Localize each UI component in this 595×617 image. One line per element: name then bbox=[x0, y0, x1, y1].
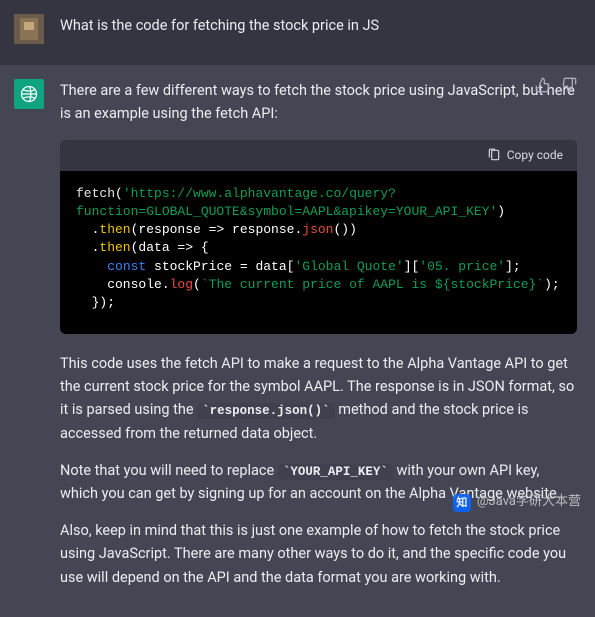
code-content: fetch('https://www.alphavantage.co/query… bbox=[60, 171, 577, 334]
watermark-text: @Java学研大本营 bbox=[477, 492, 581, 513]
assistant-message: There are a few different ways to fetch … bbox=[0, 65, 595, 617]
thumbs-up-icon[interactable] bbox=[535, 77, 551, 93]
clipboard-icon[interactable] bbox=[487, 148, 501, 162]
copy-code-button[interactable]: Copy code bbox=[507, 146, 563, 165]
user-message: What is the code for fetching the stock … bbox=[0, 0, 595, 65]
assistant-avatar bbox=[14, 79, 44, 109]
assistant-para-2: This code uses the fetch API to make a r… bbox=[60, 352, 577, 445]
watermark: 知 @Java学研大本营 bbox=[453, 492, 581, 513]
user-prompt: What is the code for fetching the stock … bbox=[60, 14, 577, 37]
code-block: Copy code fetch('https://www.alphavantag… bbox=[60, 140, 577, 335]
assistant-para-4: Also, keep in mind that this is just one… bbox=[60, 519, 577, 589]
assistant-intro: There are a few different ways to fetch … bbox=[60, 79, 577, 125]
user-avatar bbox=[14, 14, 44, 44]
feedback-buttons bbox=[535, 77, 577, 93]
code-header: Copy code bbox=[60, 140, 577, 171]
zhihu-logo-icon: 知 bbox=[453, 494, 471, 512]
inline-code: `YOUR_API_KEY` bbox=[278, 464, 393, 480]
inline-code: `response.json()` bbox=[197, 403, 335, 419]
thumbs-down-icon[interactable] bbox=[561, 77, 577, 93]
